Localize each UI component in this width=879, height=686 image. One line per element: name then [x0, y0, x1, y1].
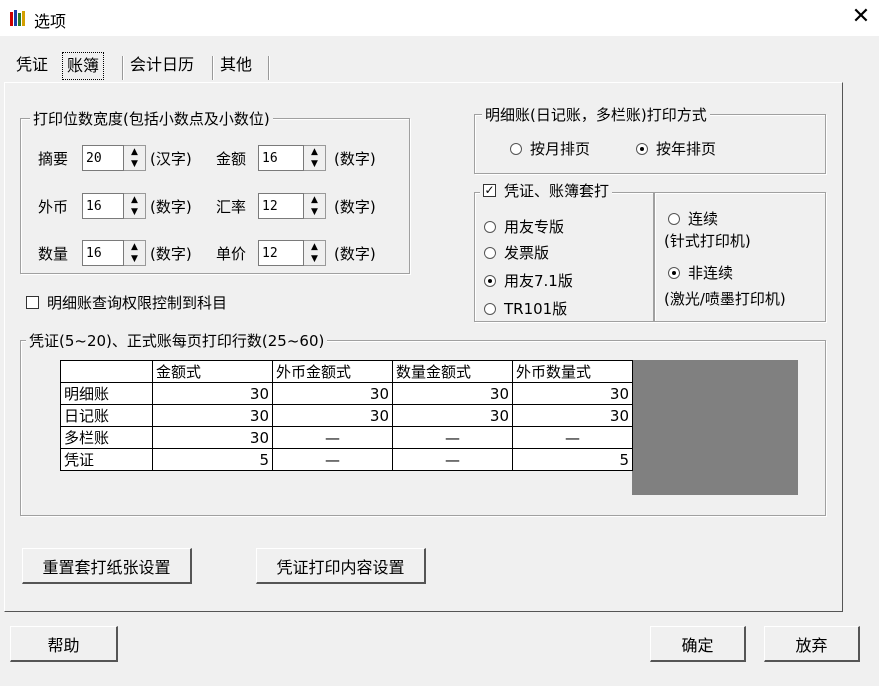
- amount-input[interactable]: [258, 145, 304, 171]
- row-header: 凭证: [60, 448, 153, 471]
- summary-spinner[interactable]: ▲▼: [82, 145, 146, 171]
- foreign-unit: (数字): [150, 198, 192, 216]
- window-title: 选项: [34, 12, 67, 31]
- amount-unit: (数字): [334, 150, 376, 168]
- overprint-option-yonyou71[interactable]: 用友7.1版: [484, 270, 573, 291]
- quantity-spinner[interactable]: ▲▼: [82, 240, 146, 266]
- table-row: 日记账 30 30 30 30: [60, 404, 633, 427]
- grid-cell[interactable]: 30: [512, 404, 633, 427]
- lines-title: 凭证(5~20)、正式账每页打印行数(25~60): [26, 330, 328, 351]
- grid-cell-disabled: —: [512, 426, 633, 449]
- overprint-option-tr101[interactable]: TR101版: [484, 298, 567, 319]
- grid-cell[interactable]: 30: [512, 382, 633, 405]
- grid-cell[interactable]: 5: [512, 448, 633, 471]
- table-row: 多栏账 30 — — —: [60, 426, 633, 449]
- rate-label: 汇率: [216, 198, 247, 216]
- quantity-input[interactable]: [82, 240, 124, 266]
- checkbox-unchecked: [26, 296, 39, 309]
- print-width-title: 打印位数宽度(包括小数点及小数位): [30, 108, 273, 129]
- grid-cell-disabled: —: [392, 426, 513, 449]
- grid-cell-disabled: —: [272, 426, 393, 449]
- grid-corner: [60, 360, 153, 383]
- overprint-checkbox[interactable]: ✓ 凭证、账簿套打: [480, 180, 613, 201]
- lines-grid: 金额式 外币金额式 数量金额式 外币数量式 明细账 30 30 30 30 日记…: [60, 360, 633, 471]
- tab-voucher[interactable]: 凭证: [12, 52, 52, 80]
- price-input[interactable]: [258, 240, 304, 266]
- detail-print-title: 明细账(日记账，多栏账)打印方式: [482, 104, 710, 125]
- tab-separator: [212, 56, 214, 80]
- grid-cell-disabled: —: [392, 448, 513, 471]
- row-header: 多栏账: [60, 426, 153, 449]
- summary-label: 摘要: [38, 150, 69, 168]
- tab-ledger[interactable]: 账簿: [62, 52, 105, 80]
- spin-buttons[interactable]: ▲ ▼: [304, 240, 326, 266]
- books-icon: [10, 10, 25, 26]
- grid-cell[interactable]: 30: [392, 382, 513, 405]
- voucher-content-button[interactable]: 凭证打印内容设置: [256, 548, 426, 584]
- row-header: 日记账: [60, 404, 153, 427]
- cancel-button[interactable]: 放弃: [764, 626, 860, 662]
- table-row: 明细账 30 30 30 30: [60, 382, 633, 405]
- price-label: 单价: [216, 245, 247, 263]
- tab-separator: [268, 56, 270, 80]
- foreign-label: 外币: [38, 198, 69, 216]
- grid-cell[interactable]: 30: [272, 404, 393, 427]
- grid-empty-area: [632, 360, 798, 495]
- grid-cell[interactable]: 30: [392, 404, 513, 427]
- grid-cell[interactable]: 5: [152, 448, 273, 471]
- row-header: 明细账: [60, 382, 153, 405]
- rate-input[interactable]: [258, 193, 304, 219]
- grid-header: 外币金额式: [272, 360, 393, 383]
- overprint-option-invoice[interactable]: 发票版: [484, 242, 549, 263]
- summary-input[interactable]: [82, 145, 124, 171]
- radio-circle: [510, 142, 522, 155]
- price-spinner[interactable]: ▲▼: [258, 240, 326, 266]
- grid-cell[interactable]: 30: [152, 404, 273, 427]
- summary-unit: (汉字): [150, 150, 192, 168]
- grid-cell[interactable]: 30: [272, 382, 393, 405]
- rate-spinner[interactable]: ▲▼: [258, 193, 326, 219]
- spin-buttons[interactable]: ▲ ▼: [304, 193, 326, 219]
- tab-other[interactable]: 其他: [216, 52, 256, 80]
- rate-unit: (数字): [334, 198, 376, 216]
- grid-header: 外币数量式: [512, 360, 633, 383]
- foreign-spinner[interactable]: ▲▼: [82, 193, 146, 219]
- close-button[interactable]: ✕: [846, 2, 876, 32]
- by-month-radio[interactable]: 按月排页: [510, 138, 590, 159]
- amount-label: 金额: [216, 150, 247, 168]
- quantity-label: 数量: [38, 245, 69, 263]
- spin-buttons[interactable]: ▲ ▼: [124, 193, 146, 219]
- quantity-unit: (数字): [150, 245, 192, 263]
- noncontinuous-sub: (激光/喷墨打印机): [664, 290, 786, 308]
- ok-button[interactable]: 确定: [650, 626, 746, 662]
- grid-cell-disabled: —: [272, 448, 393, 471]
- grid-header: 数量金额式: [392, 360, 513, 383]
- tab-separator: [122, 56, 124, 80]
- table-row: 凭证 5 — — 5: [60, 448, 633, 471]
- tab-calendar[interactable]: 会计日历: [126, 52, 198, 80]
- noncontinuous-radio[interactable]: 非连续: [668, 262, 733, 283]
- grid-cell[interactable]: 30: [152, 382, 273, 405]
- spin-buttons[interactable]: ▲ ▼: [304, 145, 326, 171]
- help-button[interactable]: 帮助: [10, 626, 118, 662]
- grid-cell[interactable]: 30: [152, 426, 273, 449]
- amount-spinner[interactable]: ▲▼: [258, 145, 326, 171]
- foreign-input[interactable]: [82, 193, 124, 219]
- price-unit: (数字): [334, 245, 376, 263]
- continuous-radio[interactable]: 连续: [668, 208, 718, 229]
- spin-buttons[interactable]: ▲ ▼: [124, 145, 146, 171]
- reset-paper-button[interactable]: 重置套打纸张设置: [22, 548, 192, 584]
- overprint-option-yonyou-special[interactable]: 用友专版: [484, 216, 564, 237]
- restrict-checkbox[interactable]: 明细账查询权限控制到科目: [26, 292, 227, 313]
- grid-header: 金额式: [152, 360, 273, 383]
- title-bar: [0, 0, 879, 36]
- by-year-radio[interactable]: 按年排页: [636, 138, 716, 159]
- radio-circle-selected: [636, 142, 648, 155]
- spin-buttons[interactable]: ▲ ▼: [124, 240, 146, 266]
- continuous-sub: (针式打印机): [664, 232, 751, 250]
- checkbox-checked: ✓: [483, 183, 496, 197]
